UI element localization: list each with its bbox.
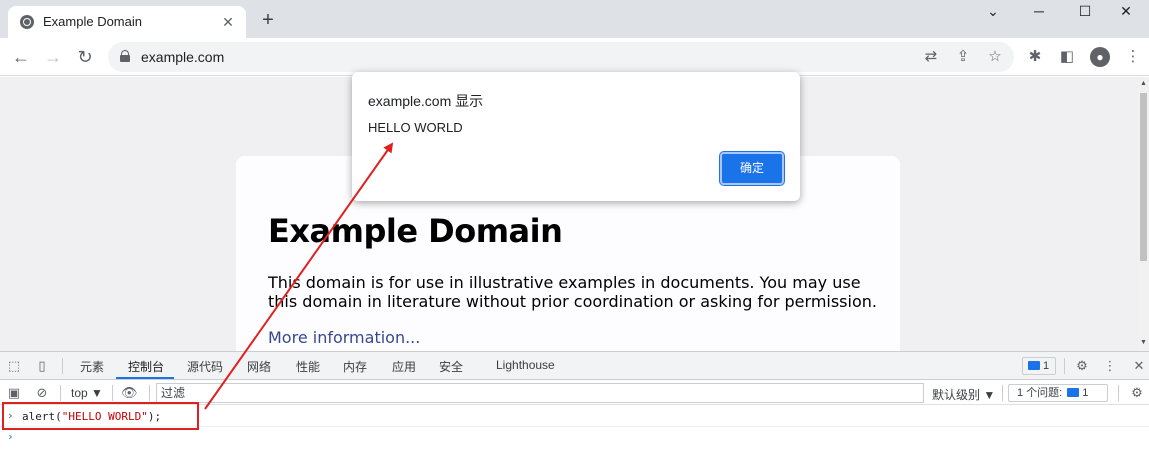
issues-counter[interactable]: 1 个问题: 1: [1008, 384, 1108, 402]
divider: [60, 385, 61, 401]
tab-sources[interactable]: 源代码: [187, 358, 223, 375]
browser-tab[interactable]: Example Domain ✕: [8, 6, 246, 38]
tab-close-icon[interactable]: ✕: [220, 14, 236, 30]
alert-message: HELLO WORLD: [368, 120, 463, 135]
message-icon: [1028, 361, 1040, 370]
issues-badge[interactable]: 1: [1022, 357, 1056, 375]
globe-icon: [20, 15, 34, 29]
tab-memory[interactable]: 内存: [343, 358, 367, 375]
close-devtools-icon[interactable]: ✕: [1131, 358, 1147, 374]
profile-avatar-icon[interactable]: ●: [1090, 47, 1110, 67]
devtools-tab-bar: ⬚ ▯ 元素 控制台 源代码 网络 性能 内存 应用 安全 Lighthouse…: [0, 352, 1149, 380]
tab-network[interactable]: 网络: [247, 358, 271, 375]
message-icon: [1067, 388, 1080, 397]
back-arrow-icon[interactable]: ←: [10, 46, 32, 68]
divider: [1064, 358, 1065, 374]
lock-icon[interactable]: [120, 50, 130, 62]
tab-search-icon[interactable]: ⌄: [970, 0, 1016, 24]
divider: [112, 385, 113, 401]
page-heading: Example Domain: [268, 212, 563, 250]
extensions-icon[interactable]: ✱: [1026, 48, 1044, 66]
scroll-up-icon[interactable]: ▲: [1140, 80, 1147, 88]
tab-application[interactable]: 应用: [392, 358, 416, 375]
minimize-button[interactable]: ─: [1016, 0, 1062, 24]
menu-kebab-icon[interactable]: ⋮: [1124, 48, 1142, 66]
page-description: This domain is for use in illustrative e…: [268, 273, 877, 311]
devtools-menu-icon[interactable]: ⋮: [1102, 358, 1118, 374]
address-bar[interactable]: example.com ⇄ ⇪ ☆: [108, 42, 1014, 72]
tab-console[interactable]: 控制台: [128, 358, 164, 375]
clear-console-icon[interactable]: ⊘: [34, 385, 50, 401]
divider: [62, 358, 63, 374]
console-prompt-icon[interactable]: ›: [7, 430, 14, 443]
sidebar-toggle-icon[interactable]: ▣: [6, 385, 22, 401]
eye-icon[interactable]: 👁: [121, 385, 138, 401]
tab-security[interactable]: 安全: [439, 358, 463, 375]
tab-performance[interactable]: 性能: [296, 358, 320, 375]
console-settings-gear-icon[interactable]: ⚙: [1129, 385, 1145, 401]
maximize-button[interactable]: ☐: [1062, 0, 1108, 24]
issues-count: 1: [1082, 387, 1089, 399]
scroll-down-icon[interactable]: ▼: [1140, 339, 1147, 347]
console-filter-input[interactable]: 过滤: [156, 383, 924, 403]
active-tab-indicator: [116, 377, 174, 379]
settings-gear-icon[interactable]: ⚙: [1074, 358, 1090, 374]
new-tab-button[interactable]: +: [258, 10, 278, 30]
browser-toolbar: ← → ↻ example.com ⇄ ⇪ ☆ ✱ ◧ ● ⋮: [0, 38, 1149, 76]
translate-icon[interactable]: ⇄: [922, 48, 940, 66]
share-icon[interactable]: ⇪: [954, 48, 972, 66]
context-selector[interactable]: top ▼: [71, 386, 103, 400]
divider: [149, 385, 150, 401]
divider: [1118, 385, 1119, 401]
reload-icon[interactable]: ↻: [74, 46, 96, 68]
inspect-element-icon[interactable]: ⬚: [6, 358, 22, 374]
alert-dialog: example.com 显示 HELLO WORLD 确定: [352, 72, 800, 201]
forward-arrow-icon[interactable]: →: [42, 46, 64, 68]
tab-elements[interactable]: 元素: [80, 358, 104, 375]
issues-label: 1 个问题:: [1017, 387, 1063, 399]
tab-lighthouse[interactable]: Lighthouse: [496, 358, 555, 372]
more-information-link[interactable]: More information...: [268, 328, 420, 347]
tab-title: Example Domain: [43, 14, 142, 29]
tab-strip: Example Domain ✕ + ⌄ ─ ☐ ✕: [0, 0, 1149, 38]
close-window-button[interactable]: ✕: [1103, 0, 1149, 24]
divider: [1002, 385, 1003, 401]
page-scrollbar[interactable]: ▲ ▼: [1138, 77, 1149, 351]
alert-title: example.com 显示: [368, 93, 484, 109]
url-text[interactable]: example.com: [141, 49, 224, 65]
device-toolbar-icon[interactable]: ▯: [34, 358, 50, 374]
log-levels-dropdown[interactable]: 默认级别 ▼: [932, 386, 995, 403]
alert-ok-button[interactable]: 确定: [719, 151, 785, 186]
side-panel-icon[interactable]: ◧: [1058, 48, 1076, 66]
annotation-highlight-box: [2, 402, 199, 430]
issues-badge-count: 1: [1043, 360, 1050, 372]
scrollbar-thumb[interactable]: [1140, 93, 1147, 261]
bookmark-star-icon[interactable]: ☆: [986, 48, 1004, 66]
